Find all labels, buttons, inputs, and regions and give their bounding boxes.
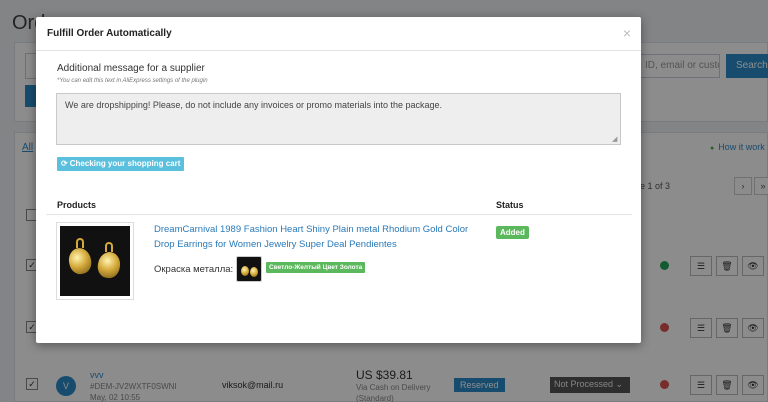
products-column-header: Products [57,200,97,210]
resize-handle-icon[interactable]: ◢ [612,136,620,144]
status-badge: Added [496,226,529,239]
message-hint: *You can edit this text in AliExpress se… [57,78,208,84]
product-title-link[interactable]: DreamCarnival 1989 Fashion Heart Shiny P… [154,222,474,252]
supplier-message-textarea[interactable]: We are dropshipping! Please, do not incl… [56,93,621,145]
table-divider [46,214,632,215]
message-label: Additional message for a supplier [57,63,205,74]
variant-label: Окраска металла: [154,264,234,275]
variant-value-badge: Светло-Желтый Цвет Золота [266,262,366,273]
variant-image [236,256,262,282]
checking-cart-button[interactable]: ⟳ Checking your shopping cart [57,157,185,171]
product-image [56,222,134,300]
checking-cart-label: Checking your shopping cart [69,159,181,168]
close-icon[interactable]: × [623,25,631,41]
modal-header: Fulfill Order Automatically × [36,17,641,51]
refresh-icon: ⟳ [61,159,68,168]
modal-title: Fulfill Order Automatically [47,28,172,39]
status-column-header: Status [496,200,524,210]
fulfill-order-modal: Fulfill Order Automatically × Additional… [36,17,641,343]
